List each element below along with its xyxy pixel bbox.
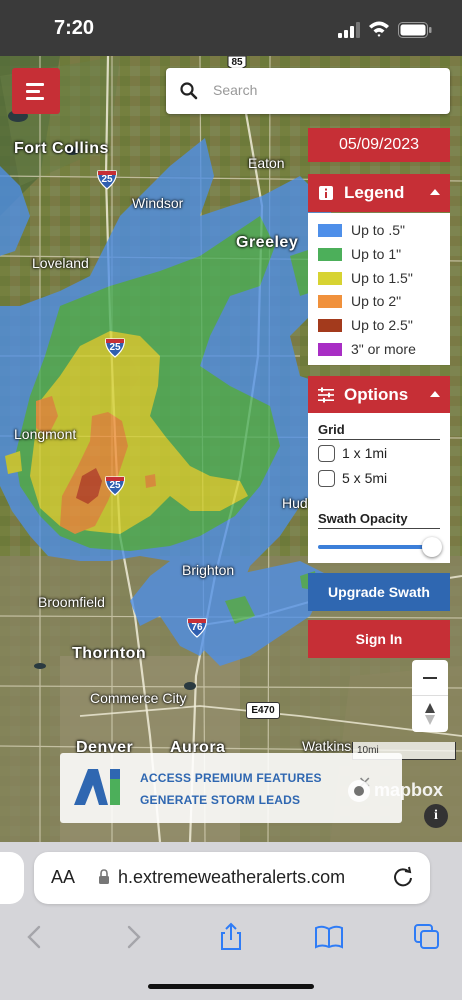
browser-toolbar: AA h.extremeweatheralerts.com <box>0 842 462 1000</box>
city-label: Thornton <box>72 645 147 662</box>
wifi-icon <box>369 21 389 37</box>
chevron-up-icon <box>430 189 440 195</box>
legend-swatch <box>318 272 342 285</box>
cellular-signal-icon <box>338 22 360 38</box>
search-icon <box>180 82 198 100</box>
grid-5mi-label: 5 x 5mi <box>342 470 388 486</box>
city-label: Commerce City <box>90 690 187 706</box>
grid-1mi-label: 1 x 1mi <box>342 445 388 461</box>
legend-swatch <box>318 343 342 356</box>
interstate-shield-icon: 76 <box>186 618 208 638</box>
legend-swatch <box>318 319 342 332</box>
tabs-icon[interactable] <box>412 922 442 952</box>
legend-swatch <box>318 295 342 308</box>
bookmarks-icon[interactable] <box>314 922 344 952</box>
text-size-button[interactable]: AA <box>51 867 75 888</box>
url-text: h.extremeweatheralerts.com <box>118 867 346 887</box>
options-header[interactable]: Options <box>308 376 450 414</box>
share-icon[interactable] <box>216 922 246 952</box>
menu-button[interactable] <box>12 68 60 114</box>
swath-opacity-title: Swath Opacity <box>318 511 408 526</box>
lock-icon <box>99 869 109 884</box>
city-label: Watkins <box>302 738 352 754</box>
legend-panel: Up to .5" Up to 1" Up to 1.5" Up to 2" U… <box>308 213 450 365</box>
previous-tab-preview[interactable] <box>0 852 24 904</box>
interstate-shield-icon: 25 <box>96 170 118 190</box>
legend-swatch <box>318 224 342 237</box>
city-label: Broomfield <box>38 594 105 610</box>
compass-icon <box>425 703 435 725</box>
grid-title: Grid <box>318 422 345 437</box>
opacity-slider-track[interactable] <box>318 545 430 549</box>
forward-icon[interactable] <box>118 922 148 952</box>
home-indicator <box>148 984 314 989</box>
interstate-shield-icon: 25 <box>104 476 126 496</box>
city-label: Windsor <box>132 195 184 211</box>
legend-title: Legend <box>344 183 405 202</box>
map-view[interactable]: Fort Collins Eaton Windsor Greeley Lovel… <box>0 56 462 842</box>
legend-swatch <box>318 248 342 261</box>
city-label: Fort Collins <box>14 140 109 157</box>
menu-icon <box>26 83 44 86</box>
divider <box>318 439 440 440</box>
city-label: Hud <box>282 495 308 511</box>
options-title: Options <box>344 385 409 404</box>
address-bar[interactable]: AA h.extremeweatheralerts.com <box>34 852 430 904</box>
status-time: 7:20 <box>54 17 95 39</box>
status-bar: 7:20 <box>0 0 462 56</box>
search-input[interactable]: Search <box>213 82 257 98</box>
city-label: Longmont <box>14 426 77 442</box>
back-icon[interactable] <box>20 922 50 952</box>
chevron-up-icon <box>430 391 440 397</box>
divider <box>318 528 440 529</box>
ad-line-1: ACCESS PREMIUM FEATURES <box>140 771 322 785</box>
search-box[interactable]: Search <box>166 68 450 114</box>
zoom-out-button[interactable] <box>412 660 448 696</box>
browser-nav-row <box>0 916 462 956</box>
menu-icon <box>26 97 44 100</box>
options-panel: Grid 1 x 1mi 5 x 5mi Swath Opacity <box>308 413 450 563</box>
menu-icon <box>26 90 40 93</box>
date-selector[interactable]: 05/09/2023 <box>308 128 450 162</box>
city-label: Brighton <box>182 562 235 578</box>
e470-shield: E470 <box>246 702 280 719</box>
extreme-weather-alerts-logo <box>74 769 120 805</box>
grid-5mi-checkbox[interactable] <box>318 470 335 487</box>
opacity-slider-handle[interactable] <box>422 537 442 557</box>
battery-icon <box>398 22 432 38</box>
ad-line-2: GENERATE STORM LEADS <box>140 793 301 807</box>
mapbox-logo-icon <box>348 780 370 802</box>
city-label: Greeley <box>236 234 299 251</box>
interstate-shield-icon: 25 <box>104 338 126 358</box>
info-icon <box>319 186 333 200</box>
city-label: Eaton <box>248 155 285 171</box>
legend-header[interactable]: Legend <box>308 174 450 212</box>
reload-icon[interactable] <box>392 866 414 888</box>
upgrade-swath-button[interactable]: Upgrade Swath <box>308 573 450 611</box>
sliders-icon <box>318 387 334 403</box>
grid-1mi-checkbox[interactable] <box>318 445 335 462</box>
sign-in-button[interactable]: Sign In <box>308 620 450 658</box>
info-icon[interactable]: i <box>424 804 448 828</box>
minus-icon <box>423 677 437 679</box>
city-label: Loveland <box>32 255 89 271</box>
compass-button[interactable] <box>412 696 448 732</box>
